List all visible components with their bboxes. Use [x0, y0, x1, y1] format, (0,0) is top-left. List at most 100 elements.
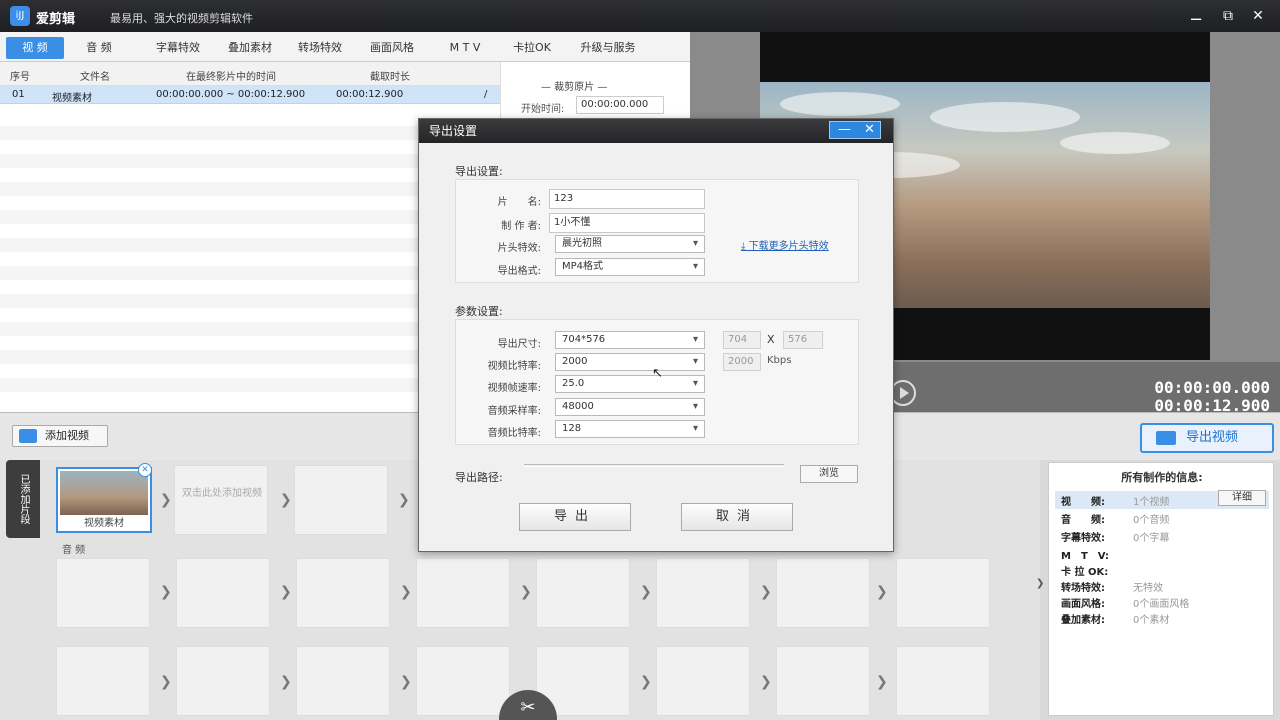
clip-thumbnail-label: 视频素材 [84, 518, 124, 529]
video-bitrate-select[interactable]: 2000 [555, 353, 705, 371]
track-slot[interactable] [56, 646, 150, 716]
track-slot[interactable] [176, 646, 270, 716]
tab-transition-effects[interactable]: 转场特效 [286, 37, 354, 59]
clip-table-header: 序号 文件名 在最终影片中的时间 截取时长 [0, 62, 500, 86]
intro-effect-select[interactable]: 晨光初照 [555, 235, 705, 253]
browse-button[interactable]: 浏览 [800, 465, 858, 483]
track-slot[interactable] [776, 646, 870, 716]
video-bitrate-input[interactable]: 2000 [723, 353, 761, 371]
cloud-shape [780, 92, 900, 116]
empty-slot[interactable] [174, 465, 268, 535]
tab-upgrade-service[interactable]: 升级与服务 [568, 37, 648, 59]
track-slot[interactable] [296, 646, 390, 716]
arrow-icon: ❯ [760, 584, 772, 600]
table-row[interactable]: 01 视频素材 00:00:00.000 ~ 00:00:12.900 00:0… [0, 86, 500, 104]
track-slot[interactable] [416, 646, 510, 716]
arrow-icon: ❯ [160, 674, 172, 690]
clip-thumbnail-image [60, 471, 148, 515]
remove-clip-icon[interactable]: ✕ [138, 463, 152, 477]
size-select[interactable]: 704*576 [555, 331, 705, 349]
author-label: 制 作 者: [501, 221, 541, 232]
audio-track-label: 音 频 [62, 545, 86, 556]
audio-slot[interactable] [176, 558, 270, 628]
film-name-input[interactable]: 123 [549, 189, 705, 209]
tab-picture-style[interactable]: 画面风格 [358, 37, 426, 59]
col-duration: 截取时长 [370, 72, 410, 83]
restore-icon[interactable]: ⧉ [1218, 6, 1238, 26]
tab-mtv[interactable]: M T V [436, 37, 494, 59]
audio-slot[interactable] [416, 558, 510, 628]
tab-audio[interactable]: 音 频 [74, 37, 124, 59]
empty-slot[interactable] [294, 465, 388, 535]
cloud-shape [1060, 132, 1170, 154]
add-video-label: 添加视频 [45, 429, 89, 442]
export-video-button[interactable]: 导出视频 [1140, 423, 1274, 453]
download-intro-link[interactable]: ⤓ 下载更多片头特效 [741, 237, 829, 252]
track-slot[interactable] [896, 646, 990, 716]
clip-thumbnail[interactable]: 视频素材 [56, 467, 152, 533]
trim-start-label: 开始时间: [521, 104, 565, 115]
arrow-icon: ❯ [876, 584, 888, 600]
added-clips-tab[interactable]: 已添加片段 [6, 460, 40, 538]
expand-panel-icon[interactable]: ❯ [1036, 578, 1044, 589]
author-input[interactable]: 1小不懂 [549, 213, 705, 233]
close-icon[interactable]: ✕ [1248, 6, 1268, 26]
fps-select[interactable]: 25.0 [555, 375, 705, 393]
dialog-minimize-icon[interactable]: — [838, 122, 851, 138]
col-index: 序号 [10, 72, 30, 83]
height-input[interactable]: 576 [783, 331, 823, 349]
audio-slot[interactable] [896, 558, 990, 628]
audio-slot[interactable] [536, 558, 630, 628]
app-logo-icon: iJJ [10, 6, 30, 26]
tab-subtitle-effects[interactable]: 字幕特效 [144, 37, 212, 59]
download-intro-label: 下载更多片头特效 [748, 241, 829, 252]
width-input[interactable]: 704 [723, 331, 761, 349]
info-panel-title: 所有制作的信息: [1121, 471, 1203, 484]
minimize-icon[interactable]: ⚊ [1186, 6, 1206, 26]
tab-karaoke[interactable]: 卡拉OK [500, 37, 564, 59]
arrow-icon: ❯ [760, 674, 772, 690]
add-video-icon [19, 429, 37, 443]
size-label: 导出尺寸: [497, 339, 541, 350]
dialog-window-buttons: — ✕ [829, 121, 881, 139]
audio-sample-select[interactable]: 48000 [555, 398, 705, 416]
format-label: 导出格式: [497, 266, 541, 277]
export-group-title: 导出设置: [455, 165, 503, 178]
video-bitrate-label: 视频比特率: [487, 361, 541, 372]
format-select[interactable]: MP4格式 [555, 258, 705, 276]
audio-sample-label: 音频采样率: [487, 406, 541, 417]
arrow-icon: ❯ [280, 674, 292, 690]
edit-icon[interactable]: / [484, 89, 487, 100]
col-filename: 文件名 [80, 72, 110, 83]
audio-slot[interactable] [656, 558, 750, 628]
row-range: 00:00:00.000 ~ 00:00:12.900 [156, 89, 306, 100]
export-path-field[interactable] [524, 464, 784, 467]
dialog-title: 导出设置 [419, 119, 893, 143]
audio-slot[interactable] [56, 558, 150, 628]
add-video-button[interactable]: 添加视频 [12, 425, 108, 447]
dialog-close-icon[interactable]: ✕ [864, 122, 875, 138]
size-separator: X [767, 333, 775, 346]
export-icon [1156, 431, 1176, 445]
arrow-icon: ❯ [640, 584, 652, 600]
export-button[interactable]: 导出 [519, 503, 631, 531]
fps-label: 视频帧速率: [487, 383, 541, 394]
cancel-button[interactable]: 取消 [681, 503, 793, 531]
arrow-icon: ❯ [520, 584, 532, 600]
audio-slot[interactable] [296, 558, 390, 628]
film-name-label: 片 名: [497, 197, 541, 208]
audio-bitrate-select[interactable]: 128 [555, 420, 705, 438]
trim-start-input[interactable]: 00:00:00.000 [576, 96, 664, 114]
detail-button[interactable]: 详细 [1218, 490, 1266, 506]
arrow-icon: ❯ [876, 674, 888, 690]
audio-slot[interactable] [776, 558, 870, 628]
app-name: 爱剪辑 [36, 12, 76, 27]
add-clip-hint: 双击此处添加视频 [182, 488, 262, 499]
arrow-icon: ❯ [398, 492, 410, 508]
params-group-title: 参数设置: [455, 305, 503, 318]
arrow-icon: ❯ [640, 674, 652, 690]
tab-video[interactable]: 视 频 [6, 37, 64, 59]
arrow-icon: ❯ [160, 584, 172, 600]
tab-overlay-material[interactable]: 叠加素材 [216, 37, 284, 59]
track-slot[interactable] [656, 646, 750, 716]
